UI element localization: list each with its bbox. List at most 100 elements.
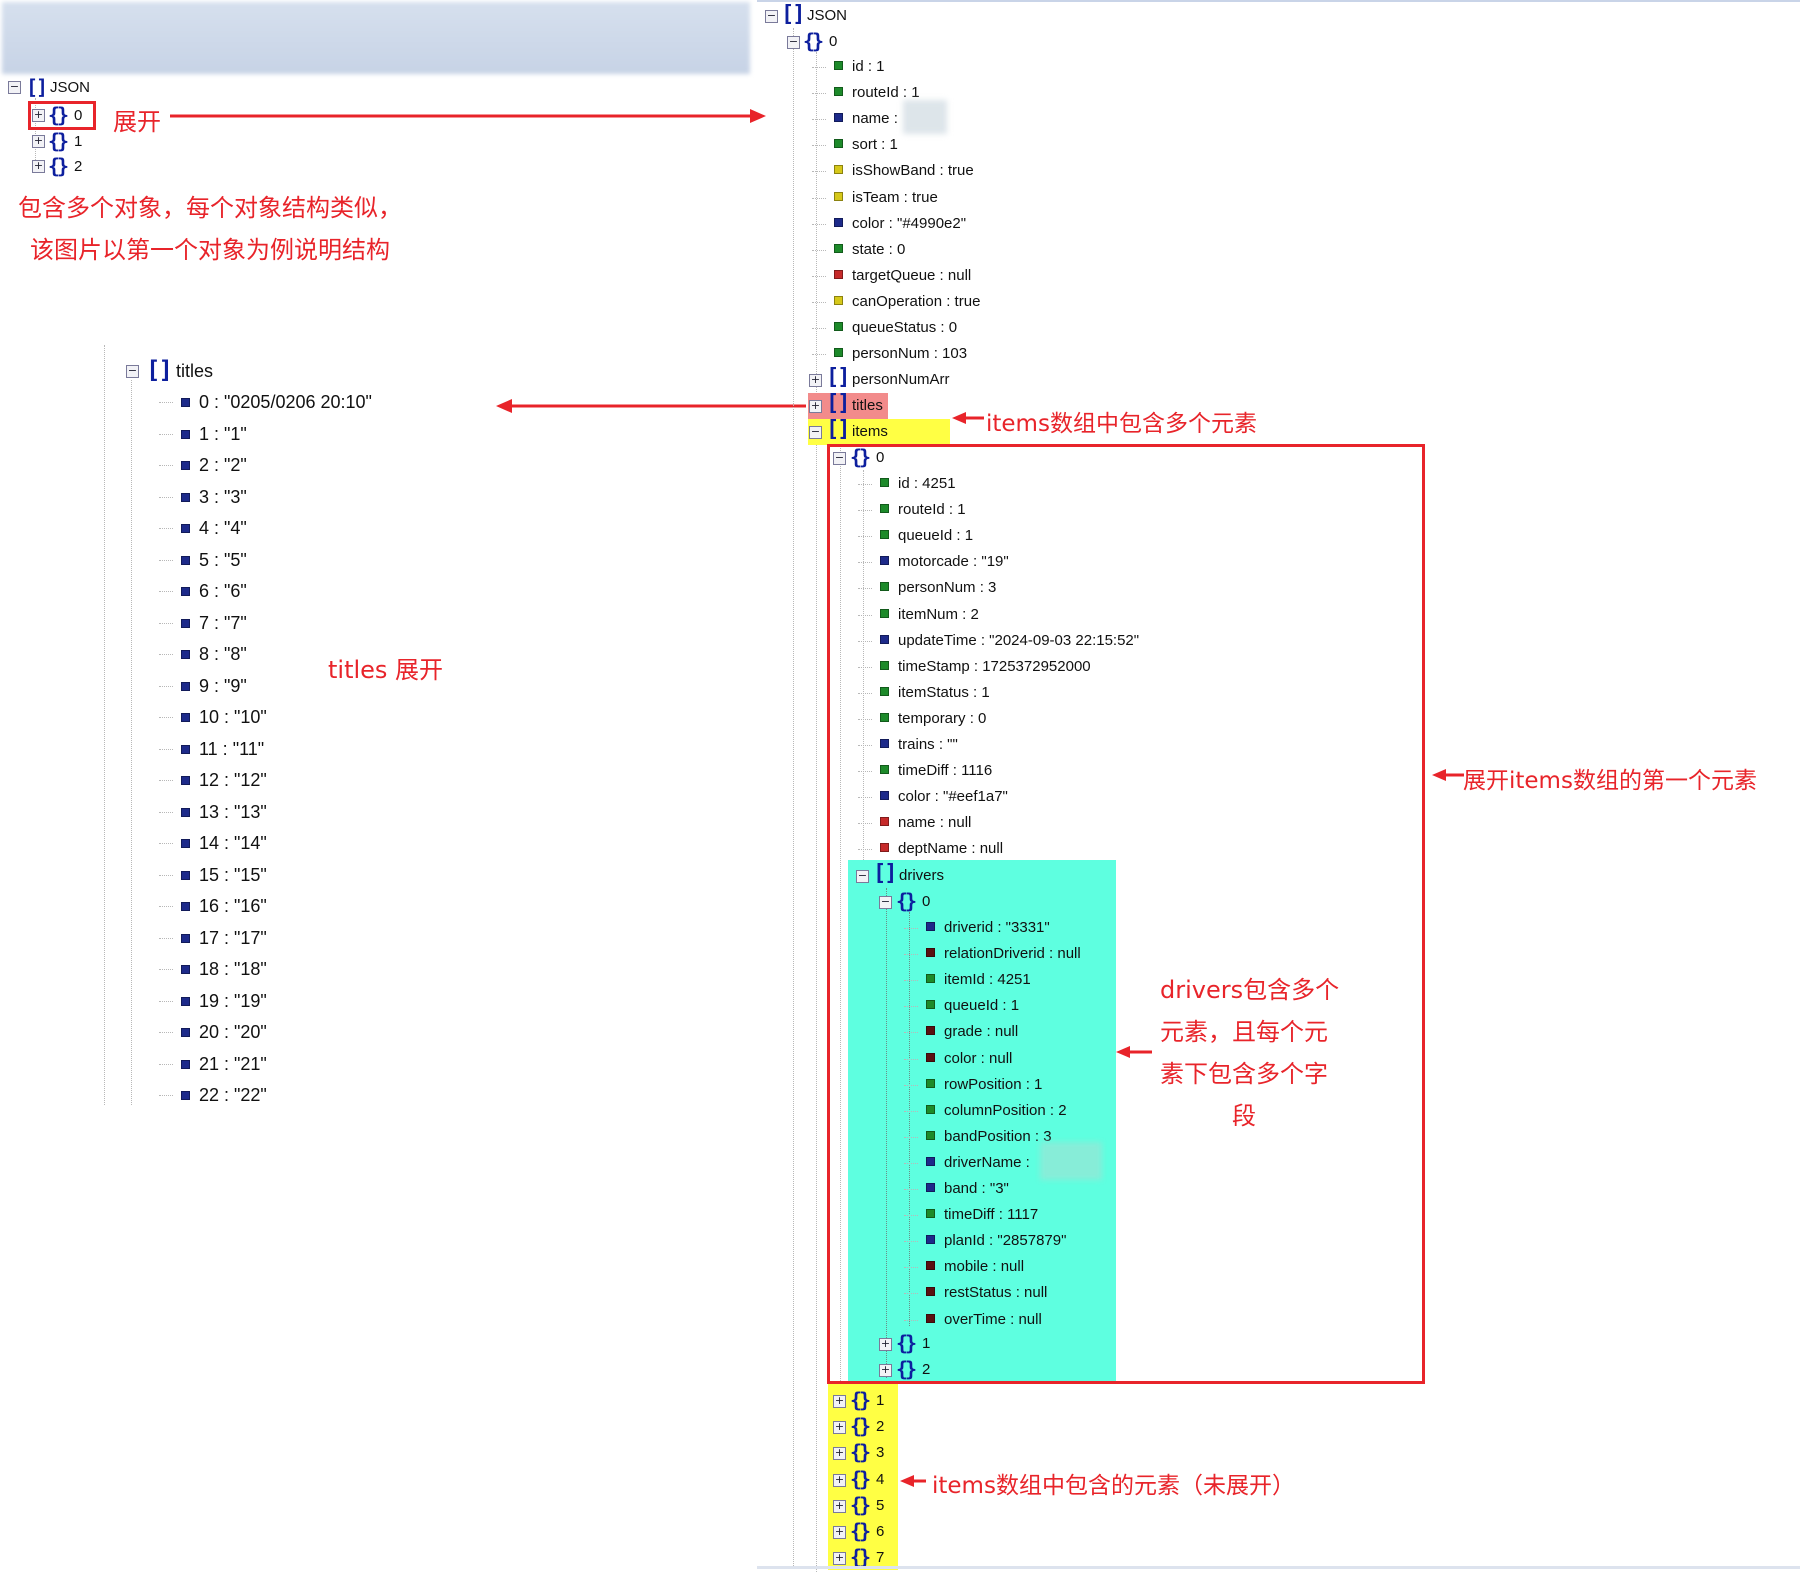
value-type-icon bbox=[181, 650, 190, 659]
drivers-desc-line-4: 段 bbox=[1232, 1102, 1256, 1130]
object-label[interactable]: 5 bbox=[876, 1497, 884, 1515]
expand-toggle-icon[interactable]: + bbox=[833, 1499, 846, 1513]
object-label[interactable]: 6 bbox=[876, 1523, 884, 1541]
leaf-text: 22 : "22" bbox=[199, 1085, 267, 1105]
tree-leaf: 17 : "17" bbox=[181, 929, 267, 947]
leaf-text: isShowBand : true bbox=[852, 162, 974, 180]
leaf-text: sort : 1 bbox=[852, 136, 898, 154]
collapse-toggle-icon[interactable]: − bbox=[809, 426, 822, 439]
object-icon: {} bbox=[850, 1545, 871, 1570]
expand-toggle-icon[interactable]: + bbox=[32, 135, 45, 148]
leaf-text: 4 : "4" bbox=[199, 518, 247, 538]
array-icon: [] bbox=[826, 391, 850, 416]
expand-toggle-icon[interactable]: + bbox=[833, 1552, 846, 1566]
tree-leaf: targetQueue : null bbox=[834, 267, 971, 285]
leaf-text: 20 : "20" bbox=[199, 1022, 267, 1042]
root-label: JSON bbox=[50, 79, 91, 96]
root-label: JSON bbox=[807, 7, 848, 24]
tree-leaf: isShowBand : true bbox=[834, 162, 974, 180]
leaf-text: 11 : "11" bbox=[199, 738, 265, 759]
leaf-text: 13 : "13" bbox=[199, 801, 267, 822]
titles-expand-note: titles 展开 bbox=[328, 656, 444, 684]
object-icon: {} bbox=[850, 1414, 871, 1439]
expand-toggle-icon[interactable]: + bbox=[833, 1473, 846, 1487]
collapse-toggle-icon[interactable]: − bbox=[126, 365, 139, 378]
tree-leaf: 10 : "10" bbox=[181, 708, 267, 726]
object-label[interactable]: 1 bbox=[876, 1392, 884, 1410]
blurred-name-value bbox=[903, 100, 947, 134]
value-type-icon bbox=[181, 398, 190, 407]
expand-toggle-icon[interactable]: + bbox=[32, 109, 45, 122]
value-type-icon bbox=[181, 933, 190, 943]
leaf-text: state : 0 bbox=[852, 240, 906, 258]
leaf-text: 19 : "19" bbox=[199, 990, 267, 1011]
leaf-text: 9 : "9" bbox=[199, 675, 247, 696]
tree-leaf: 15 : "15" bbox=[181, 866, 267, 884]
object-label[interactable]: 0 bbox=[829, 33, 837, 51]
tree-leaf: id : 1 bbox=[834, 58, 885, 76]
leaf-text: 3 : "3" bbox=[199, 486, 247, 507]
array-icon: [] bbox=[826, 417, 850, 442]
expand-toggle-icon[interactable]: + bbox=[833, 1447, 846, 1461]
expand-toggle-icon[interactable]: + bbox=[833, 1395, 846, 1408]
tree-leaf: name : bbox=[834, 110, 898, 128]
expand-toggle-icon[interactable]: + bbox=[833, 1526, 846, 1539]
tree-leaf: 0 : "0205/0206 20:10" bbox=[181, 393, 372, 411]
leaf-text: 7 : "7" bbox=[199, 612, 247, 633]
collapse-toggle-icon[interactable]: − bbox=[787, 36, 800, 49]
object-label[interactable]: 2 bbox=[74, 158, 82, 176]
value-type-icon bbox=[834, 191, 843, 201]
leaf-text: 18 : "18" bbox=[199, 959, 267, 979]
tree-leaf: 21 : "21" bbox=[181, 1055, 267, 1073]
drivers-arrow bbox=[1116, 1046, 1152, 1058]
array-label[interactable]: personNumArr bbox=[852, 371, 950, 389]
expand-toggle-icon[interactable]: + bbox=[809, 374, 822, 387]
value-type-icon bbox=[834, 269, 843, 279]
object-label[interactable]: 1 bbox=[74, 133, 82, 151]
object-label[interactable]: 7 bbox=[876, 1549, 884, 1567]
items-arrow bbox=[952, 412, 984, 424]
expand-toggle-icon[interactable]: + bbox=[833, 1421, 846, 1435]
object-icon: {} bbox=[48, 154, 69, 178]
object-label[interactable]: 4 bbox=[876, 1471, 884, 1489]
leaf-text: canOperation : true bbox=[852, 292, 981, 310]
tree-leaf: isTeam : true bbox=[834, 189, 938, 207]
object-icon: {} bbox=[48, 103, 69, 127]
object-label[interactable]: 3 bbox=[876, 1444, 884, 1462]
array-icon: [] bbox=[826, 365, 850, 390]
leaf-text: 2 : "2" bbox=[199, 455, 247, 475]
leaf-text: 6 : "6" bbox=[199, 581, 247, 601]
value-type-icon bbox=[181, 996, 190, 1006]
expand-arrow bbox=[170, 109, 766, 123]
expand-note: 展开 bbox=[113, 108, 161, 136]
leaf-text: 14 : "14" bbox=[199, 833, 267, 853]
object-icon: {} bbox=[850, 1440, 871, 1465]
tree-leaf: 2 : "2" bbox=[181, 456, 247, 474]
leaf-text: 15 : "15" bbox=[199, 864, 267, 885]
leaf-text: 12 : "12" bbox=[199, 770, 267, 790]
tree-leaf: 16 : "16" bbox=[181, 897, 267, 915]
first-item-arrow bbox=[1432, 769, 1464, 781]
tree-leaf: 12 : "12" bbox=[181, 771, 267, 789]
value-type-icon bbox=[181, 587, 190, 596]
object-label[interactable]: 0 bbox=[74, 107, 82, 125]
value-type-icon bbox=[834, 295, 843, 305]
tree-leaf: 20 : "20" bbox=[181, 1023, 267, 1041]
collapse-toggle-icon[interactable]: − bbox=[765, 10, 778, 23]
tree-leaf: 19 : "19" bbox=[181, 992, 267, 1010]
value-type-icon bbox=[181, 461, 190, 470]
array-label[interactable]: titles bbox=[852, 397, 883, 415]
value-type-icon bbox=[181, 902, 190, 911]
collapse-toggle-icon[interactable]: − bbox=[8, 81, 21, 94]
leaf-text: 1 : "1" bbox=[199, 423, 247, 444]
object-label[interactable]: 2 bbox=[876, 1418, 884, 1436]
expand-toggle-icon[interactable]: + bbox=[32, 160, 45, 173]
expand-toggle-icon[interactable]: + bbox=[809, 400, 822, 413]
drivers-desc-line-3: 素下包含多个字 bbox=[1160, 1060, 1328, 1088]
object-icon: {} bbox=[850, 1519, 871, 1543]
tree-leaf: 8 : "8" bbox=[181, 645, 247, 663]
array-label[interactable]: items bbox=[852, 423, 888, 441]
value-type-icon bbox=[181, 1028, 190, 1037]
tree-leaf: 7 : "7" bbox=[181, 614, 247, 632]
tree-leaf: 3 : "3" bbox=[181, 488, 247, 506]
